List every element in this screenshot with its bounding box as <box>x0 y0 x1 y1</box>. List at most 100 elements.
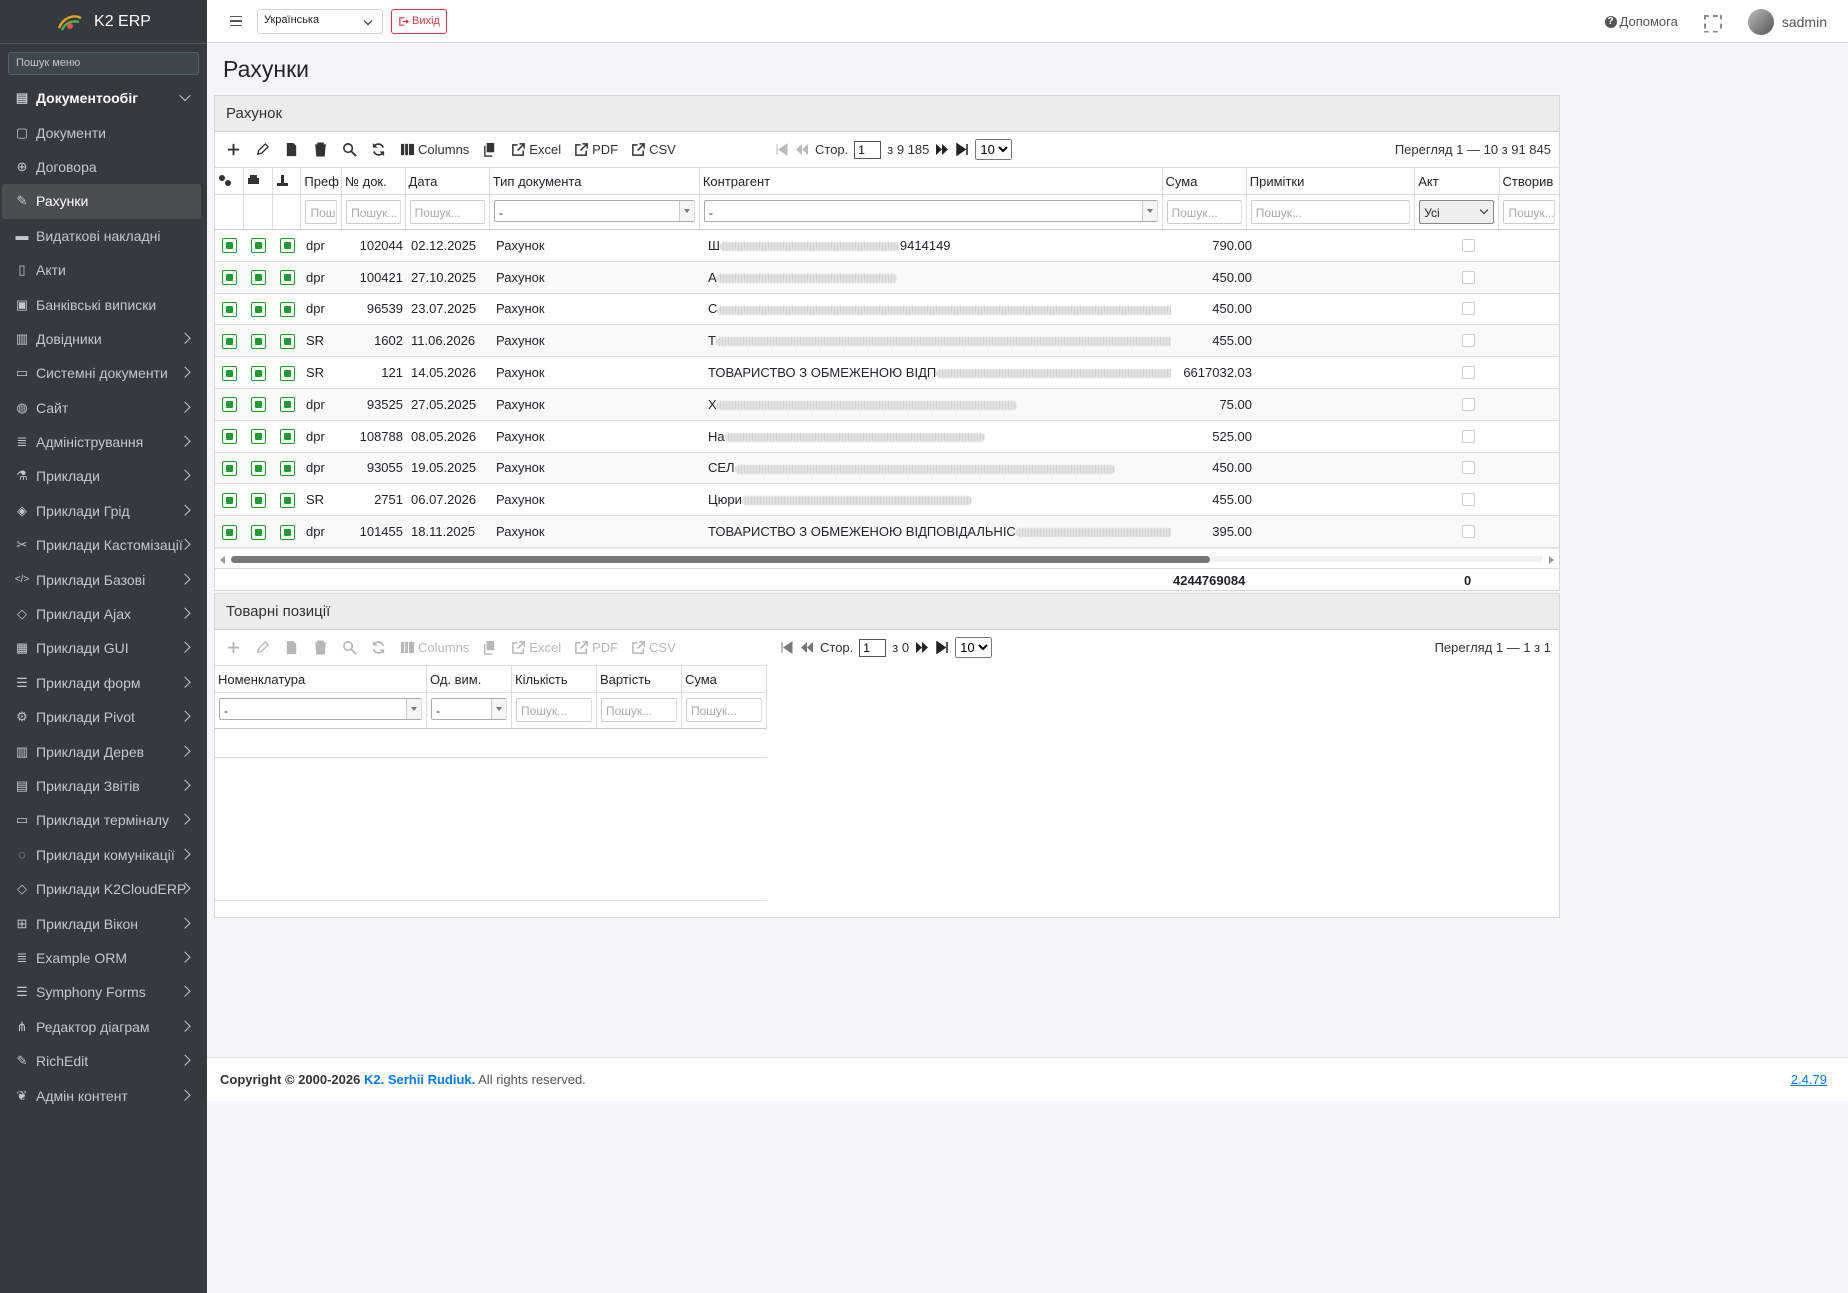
filter-akt[interactable]: Усі <box>1419 200 1495 224</box>
copy-button[interactable] <box>482 142 497 157</box>
stamp-icon[interactable] <box>280 460 295 476</box>
items-pdf-button[interactable]: PDF <box>574 640 618 655</box>
filter-doc-num[interactable]: Пошук... <box>346 200 401 224</box>
items-excel-button[interactable]: Excel <box>511 640 561 655</box>
sidebar-item-12[interactable]: ◈ Приклади Грід <box>0 494 207 528</box>
print-icon[interactable] <box>251 429 266 445</box>
next-page-icon[interactable] <box>915 641 929 654</box>
filter-nomenclature[interactable]: - <box>219 698 422 720</box>
items-add-button[interactable] <box>226 640 241 655</box>
header-doc-type[interactable]: Тип документа <box>490 168 700 194</box>
header-cost[interactable]: Вартість <box>597 666 682 692</box>
logout-button[interactable]: Вихід <box>391 8 447 34</box>
sidebar-item-17[interactable]: ☰ Приклади форм <box>0 666 207 700</box>
items-copy-button[interactable] <box>482 640 497 655</box>
table-row[interactable]: SR 121 14.05.2026 Рахунок ТОВАРИСТВО З ОБМЕЖ… <box>215 357 1559 389</box>
items-view-button[interactable] <box>284 640 299 655</box>
sidebar-item-7[interactable]: ▥ Довідники <box>0 322 207 356</box>
filter-sum[interactable]: Пошук... <box>1166 200 1242 224</box>
akt-checkbox[interactable] <box>1462 302 1475 316</box>
items-rows-per-page-select[interactable]: 10 <box>955 637 993 658</box>
sidebar-item-16[interactable]: ▦ Приклади GUI <box>0 631 207 665</box>
sidebar-item-13[interactable]: ✂ Приклади Кастомізації <box>0 528 207 562</box>
header-sum[interactable]: Сума <box>1163 168 1247 194</box>
version-link[interactable]: 2.4.79 <box>1791 1072 1827 1087</box>
items-edit-button[interactable] <box>255 640 270 655</box>
header-nomenclature[interactable]: Номенклатура <box>215 666 427 692</box>
actions-icon[interactable] <box>222 238 237 254</box>
items-csv-button[interactable]: CSV <box>631 640 676 655</box>
next-page-icon[interactable] <box>935 143 949 156</box>
filter-contractor[interactable]: - <box>703 200 1158 222</box>
hamburger-icon[interactable] <box>230 15 242 27</box>
filter-doc-type[interactable]: - <box>493 200 695 222</box>
akt-checkbox[interactable] <box>1462 270 1475 284</box>
stamp-icon[interactable] <box>280 333 295 349</box>
edit-button[interactable] <box>255 142 270 157</box>
brand[interactable]: K2 ERP <box>0 0 207 44</box>
print-icon[interactable] <box>251 270 266 286</box>
horizontal-scrollbar[interactable] <box>215 547 1559 568</box>
sidebar-item-27[interactable]: ⋔ Редактор діаграм <box>0 1010 207 1044</box>
scroll-left-icon[interactable] <box>220 555 225 564</box>
csv-export-button[interactable]: CSV <box>631 142 676 157</box>
last-page-icon[interactable] <box>935 641 949 654</box>
actions-icon[interactable] <box>222 460 237 476</box>
stamp-icon[interactable] <box>280 365 295 381</box>
scroll-right-icon[interactable] <box>1549 555 1554 564</box>
filter-cost[interactable]: Пошук... <box>601 698 677 722</box>
sidebar-item-14[interactable]: </> Приклади Базові <box>0 562 207 596</box>
sidebar-item-23[interactable]: ◇ Приклади K2CloudERP <box>0 872 207 906</box>
filter-quantity[interactable]: Пошук... <box>516 698 592 722</box>
sidebar-item-1[interactable]: ▢ Документи <box>0 115 207 149</box>
header-quantity[interactable]: Кількість <box>512 666 597 692</box>
excel-export-button[interactable]: Excel <box>511 142 561 157</box>
filter-pref[interactable]: Пош <box>305 200 338 224</box>
table-row[interactable]: dpr 101455 18.11.2025 Рахунок ТОВАРИСТВО З О… <box>215 516 1559 548</box>
print-icon[interactable] <box>251 492 266 508</box>
header-contractor[interactable]: Контрагент <box>700 168 1163 194</box>
akt-checkbox[interactable] <box>1462 397 1475 411</box>
pdf-export-button[interactable]: PDF <box>574 142 618 157</box>
table-row[interactable]: dpr 93055 19.05.2025 Рахунок СЕЛ 450.00 <box>215 452 1559 485</box>
header-doc-num[interactable]: № док. <box>342 168 406 194</box>
header-items-sum[interactable]: Сума <box>682 666 767 692</box>
sidebar-item-20[interactable]: ▤ Приклади Звітів <box>0 769 207 803</box>
stamp-icon[interactable] <box>280 301 295 317</box>
sidebar-item-15[interactable]: ◇ Приклади Ajax <box>0 597 207 631</box>
actions-icon[interactable] <box>222 429 237 445</box>
akt-checkbox[interactable] <box>1462 334 1475 348</box>
sidebar-item-2[interactable]: ⊕ Договора <box>0 150 207 184</box>
sidebar-item-6[interactable]: ▣ Банківські виписки <box>0 287 207 321</box>
search-button[interactable] <box>342 142 357 157</box>
actions-icon[interactable] <box>222 365 237 381</box>
sidebar-item-21[interactable]: ▭ Приклади терміналу <box>0 803 207 837</box>
sidebar-item-19[interactable]: ▥ Приклади Дерев <box>0 734 207 768</box>
akt-checkbox[interactable] <box>1462 525 1475 539</box>
table-row[interactable]: dpr 102044 02.12.2025 Рахунок Ш 9414149 790.00 <box>215 230 1559 262</box>
items-delete-button[interactable] <box>313 640 328 655</box>
menu-search-input[interactable]: Пошук меню <box>8 52 199 75</box>
sidebar-item-29[interactable]: ❦ Адмін контент <box>0 1078 207 1112</box>
help-link[interactable]: ? Допомога <box>1604 14 1678 29</box>
columns-button[interactable]: Columns <box>400 142 469 157</box>
sidebar-item-18[interactable]: ⚙ Приклади Pivot <box>0 700 207 734</box>
filter-date[interactable]: Пошук... <box>409 200 485 224</box>
items-page-input[interactable] <box>859 638 887 657</box>
view-button[interactable] <box>284 142 299 157</box>
header-akt[interactable]: Акт <box>1415 168 1500 194</box>
actions-icon[interactable] <box>222 270 237 286</box>
stamp-icon[interactable] <box>280 270 295 286</box>
sidebar-item-22[interactable]: ◌ Приклади комунікації <box>0 838 207 872</box>
sidebar-item-28[interactable]: ✎ RichEdit <box>0 1044 207 1078</box>
last-page-icon[interactable] <box>955 143 969 156</box>
table-row[interactable]: dpr 93525 27.05.2025 Рахунок Х 75.00 <box>215 388 1559 421</box>
page-input[interactable] <box>854 140 882 159</box>
table-row[interactable]: SR 1602 11.06.2026 Рахунок Т 455.00 <box>215 325 1559 358</box>
header-unit[interactable]: Од. вим. <box>427 666 512 692</box>
filter-created-by[interactable]: Пошук... <box>1503 200 1555 224</box>
actions-icon[interactable] <box>222 492 237 508</box>
sidebar-item-0[interactable]: ▤ Документообіг <box>0 81 207 115</box>
stamp-icon[interactable] <box>280 397 295 413</box>
sidebar-item-3[interactable]: ✎ Рахунки <box>2 184 201 219</box>
